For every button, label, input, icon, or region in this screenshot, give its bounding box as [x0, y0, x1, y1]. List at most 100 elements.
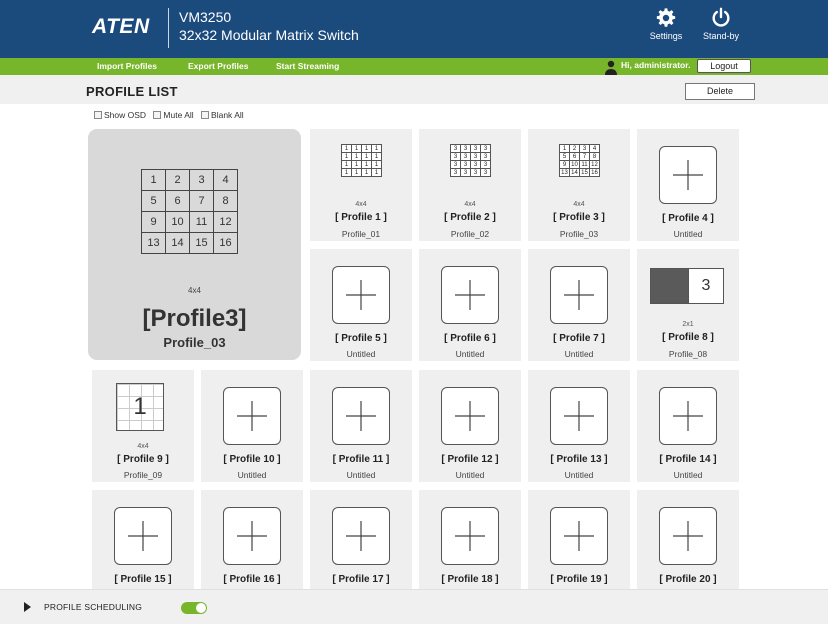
mute-all-label: Mute All [163, 110, 194, 120]
aten-logo: ATEN [92, 15, 150, 38]
selected-profile-name: [Profile3] [142, 305, 247, 332]
layout-cell: 1 [341, 168, 352, 177]
blank-all-label: Blank All [211, 110, 244, 120]
profile-title: Untitled [564, 470, 594, 480]
title-divider [168, 8, 169, 48]
import-profiles-link[interactable]: Import Profiles [97, 61, 157, 71]
mute-all-option[interactable]: Mute All [153, 110, 194, 120]
profile-name: [ Profile 10 ] [223, 454, 281, 465]
layout-cell: 1 [141, 169, 166, 191]
profile-name: [ Profile 11 ] [332, 454, 390, 465]
profile-card[interactable]: [ Profile 7 ] Untitled [528, 249, 630, 361]
profile-card[interactable]: [ Profile 10 ] Untitled [201, 370, 303, 482]
profile-merged-layout: 1 [116, 383, 164, 431]
add-layout-box [659, 146, 717, 204]
profile-name: [ Profile 3 ] [553, 212, 605, 223]
plus-icon [237, 521, 267, 551]
profile-card[interactable]: [ Profile 15 ] [92, 490, 194, 602]
profile-name: [ Profile 2 ] [444, 212, 496, 223]
layout-cell: 1 [351, 152, 362, 161]
profile-card[interactable]: [ Profile 19 ] [528, 490, 630, 602]
layout-cell: 1 [371, 144, 382, 153]
add-layout-box [550, 507, 608, 565]
device-model: VM3250 [179, 9, 232, 25]
profile-card[interactable]: [ Profile 5 ] Untitled [310, 249, 412, 361]
profile-card[interactable]: [ Profile 12 ] Untitled [419, 370, 521, 482]
layout-cell: 1 [351, 160, 362, 169]
show-osd-checkbox[interactable] [94, 111, 102, 119]
plus-icon [346, 280, 376, 310]
profile-card[interactable]: [ Profile 16 ] [201, 490, 303, 602]
start-streaming-link[interactable]: Start Streaming [276, 61, 339, 71]
selected-profile-card[interactable]: 1234 5678 9 10 11 12 13 14 15 16 4x4 [Profile3… [88, 129, 301, 360]
profile-name: [ Profile 17 ] [332, 574, 390, 585]
profile-list-bar: PROFILE LIST Delete [0, 75, 828, 104]
plus-icon [455, 280, 485, 310]
layout-cell: 5 [559, 152, 570, 161]
profile-name: [ Profile 4 ] [662, 213, 714, 224]
layout-cell: 1 [371, 152, 382, 161]
layout-cell: 4 [589, 144, 600, 153]
profile-name: [ Profile 8 ] [662, 332, 714, 343]
add-layout-box [223, 387, 281, 445]
profile-card[interactable]: 1 2 3 4 5 6 7 8 9 10 11 12 13 14 15 16 4x4[ Profile 3 ] P… [528, 129, 630, 241]
export-profiles-link[interactable]: Export Profiles [188, 61, 248, 71]
layout-cell: 3 [480, 168, 491, 177]
standby-button[interactable]: Stand-by [691, 6, 751, 52]
plus-icon [455, 521, 485, 551]
layout-cell: 3 [470, 160, 481, 169]
layout-cell: 3 [470, 152, 481, 161]
layout-cell: 1 [361, 144, 372, 153]
add-layout-box [550, 387, 608, 445]
expand-arrow-icon[interactable] [24, 602, 31, 612]
profile-dims: 4x4 [137, 443, 149, 450]
layout-cell: 2 [165, 169, 190, 191]
profile-name: [ Profile 12 ] [441, 454, 499, 465]
profile-card[interactable]: [ Profile 18 ] [419, 490, 521, 602]
delete-button[interactable]: Delete [685, 83, 755, 100]
layout-cell: 15 [579, 168, 590, 177]
layout-cell: 3 [460, 152, 471, 161]
profile-scheduling-toggle[interactable] [181, 602, 207, 614]
layout-cell: 1 [361, 160, 372, 169]
mute-all-checkbox[interactable] [153, 111, 162, 119]
profile-title: Untitled [673, 229, 703, 239]
logout-button[interactable]: Logout [697, 59, 751, 73]
profile-card[interactable]: [ Profile 11 ] Untitled [310, 370, 412, 482]
profile-title: Profile_09 [123, 470, 163, 480]
profile-card[interactable]: [ Profile 6 ] Untitled [419, 249, 521, 361]
profile-card[interactable]: [ Profile 17 ] [310, 490, 412, 602]
profile-name: [ Profile 19 ] [550, 574, 608, 585]
blank-all-option[interactable]: Blank All [201, 110, 244, 120]
menu-bar: Import Profiles Export Profiles Start St… [0, 58, 828, 75]
layout-cell: 1 [371, 160, 382, 169]
profile-card[interactable]: 1 1 1 1 1 1 1 1 1 1 1 1 1 1 1 1 4x4[ Profile 1 ] Profile_… [310, 129, 412, 241]
profile-card[interactable]: 3 3 3 3 3 3 3 3 3 3 3 3 3 3 3 3 4x4[ Profile 2 ] Profile_… [419, 129, 521, 241]
profile-card[interactable]: [ Profile 13 ] Untitled [528, 370, 630, 482]
profile-card[interactable]: 3 2x1 [ Profile 8 ] Profile_08 [637, 249, 739, 361]
app-header: ATEN VM3250 32x32 Modular Matrix Switch … [0, 0, 828, 58]
profile-card[interactable]: [ Profile 14 ] Untitled [637, 370, 739, 482]
profile-name: [ Profile 1 ] [335, 212, 387, 223]
profile-card[interactable]: [ Profile 4 ] Untitled [637, 129, 739, 241]
layout-cell: 1 [133, 393, 147, 420]
profile-name: [ Profile 7 ] [553, 333, 605, 344]
blank-all-checkbox[interactable] [201, 111, 210, 119]
plus-icon [564, 401, 594, 431]
layout-cell: 1 [341, 160, 352, 169]
layout-cell: 3 [688, 269, 723, 303]
layout-cell: 16 [213, 232, 238, 254]
layout-cell: 5 [141, 190, 166, 212]
profile-name: [ Profile 15 ] [114, 574, 172, 585]
show-osd-option[interactable]: Show OSD [94, 110, 146, 120]
layout-cell: 3 [450, 144, 461, 153]
profile-card[interactable]: [ Profile 20 ] [637, 490, 739, 602]
layout-cell: 2 [569, 144, 580, 153]
profile-card[interactable]: 1 4x4 [ Profile 9 ] Profile_09 [92, 370, 194, 482]
layout-cell: 8 [589, 152, 600, 161]
profile-title: Untitled [455, 349, 485, 359]
plus-icon [128, 521, 158, 551]
settings-button[interactable]: Settings [636, 6, 696, 52]
profile-name: [ Profile 20 ] [659, 574, 717, 585]
layout-cell: 3 [470, 168, 481, 177]
